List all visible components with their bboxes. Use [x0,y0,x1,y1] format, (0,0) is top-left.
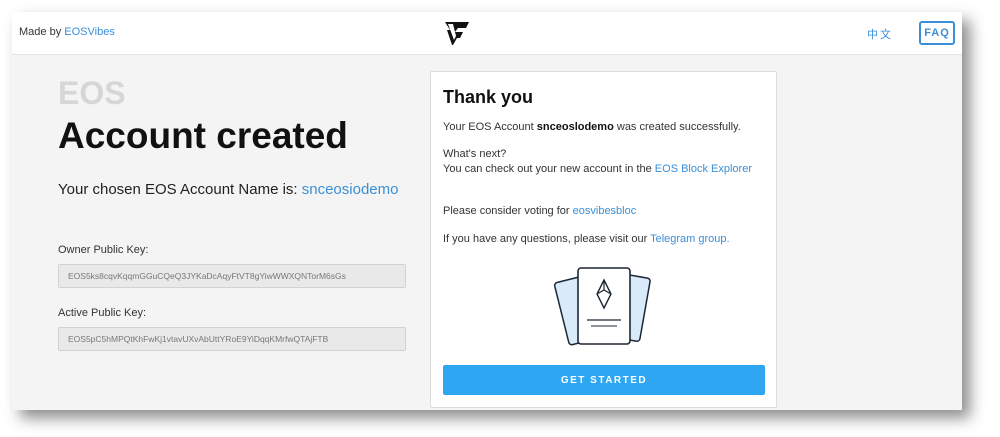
card-title: Thank you [443,87,534,107]
eos-heading: EOS [58,75,126,111]
made-by-prefix: Made by [19,26,62,38]
questions-line: If you have any questions, please visit … [443,232,763,247]
chosen-account-line: Your chosen EOS Account Name is: snceosi… [58,181,418,198]
page-title: Account created [58,115,348,156]
created-message: Your EOS Account snceoslodemo was create… [443,120,763,135]
block-explorer-link[interactable]: EOS Block Explorer [655,163,752,175]
explorer-prefix: You can check out your new account in th… [443,163,652,175]
browser-window: Made by EOSVibes 中文 FAQ EOS Account crea… [12,12,962,410]
voting-prefix: Please consider voting for [443,205,570,217]
faq-button[interactable]: FAQ [919,21,955,45]
chosen-account-name: snceosiodemo [301,181,399,198]
whats-next-label: What's next? [443,148,507,160]
questions-prefix: If you have any questions, please visit … [443,233,648,245]
chosen-account-prefix: Your chosen EOS Account Name is: [58,181,298,198]
voting-link[interactable]: eosvibesbloc [573,205,637,217]
account-summary: EOS Account created Your chosen EOS Acco… [58,75,418,351]
thank-you-card: Thank you Your EOS Account snceoslodemo … [430,71,777,408]
made-by-text: Made by EOSVibes [19,26,115,38]
created-suffix: was created successfully. [616,121,741,133]
eosvibes-logo-icon[interactable] [444,20,470,46]
eos-certificate-illustration-icon [553,267,651,346]
get-started-button[interactable]: GET STARTED [443,365,765,395]
whats-next-block: What's next? You can check out your new … [443,147,763,177]
telegram-link[interactable]: Telegram group. [650,233,730,245]
owner-key-field[interactable]: EOS5ks8cqvKqqmGGuCQeQ3JYKaDcAqyFtVT8gYiw… [58,264,406,288]
created-account-name: snceoslodemo [536,121,614,133]
owner-key-label: Owner Public Key: [58,244,149,256]
created-prefix: Your EOS Account [443,121,534,133]
eosvibes-link[interactable]: EOSVibes [64,26,115,38]
active-key-field[interactable]: EOS5pC5hMPQtKhFwKj1vtavUXvAbUttYRoE9YiDq… [58,327,406,351]
top-bar: Made by EOSVibes 中文 FAQ [12,12,962,55]
active-key-label: Active Public Key: [58,307,147,319]
language-switch[interactable]: 中文 [867,26,893,42]
voting-line: Please consider voting for eosvibesbloc [443,204,763,219]
